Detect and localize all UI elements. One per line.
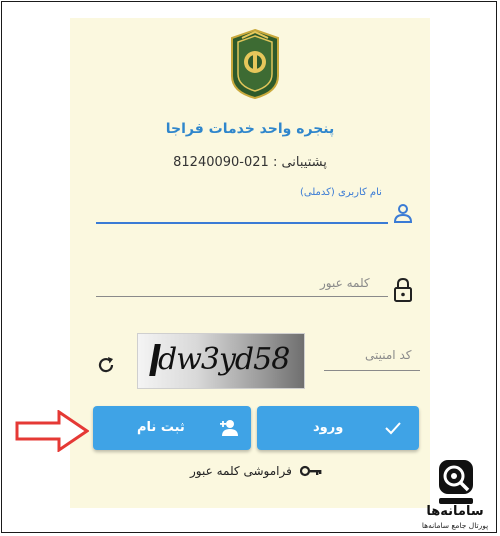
login-button[interactable]: ورود (257, 406, 419, 450)
add-user-icon (220, 420, 238, 436)
arrow-icon (15, 410, 89, 452)
support-phone: پشتیبانی : 021-81240090 (173, 155, 327, 170)
check-icon (385, 422, 401, 435)
username-label: نام کاربری (کدملی) (300, 187, 382, 198)
page-title: پنجره واحد خدمات فراجا (165, 121, 335, 137)
lock-icon (394, 278, 412, 302)
login-button-label: ورود (313, 420, 344, 435)
portal-logo-icon (439, 460, 473, 504)
captcha-placeholder: کد امنیتی (365, 348, 412, 362)
portal-logo-name: سامانه‌ها (426, 504, 484, 519)
username-input[interactable] (96, 222, 388, 224)
captcha-code: dw3yd58 (158, 342, 290, 377)
password-placeholder: کلمه عبور (320, 276, 370, 290)
police-emblem-icon (231, 28, 279, 100)
portal-logo-subtitle: پورتال جامع سامانه‌ها (421, 521, 489, 530)
refresh-icon[interactable] (96, 355, 116, 375)
user-icon (393, 204, 413, 223)
captcha-image: dw3yd58 (138, 334, 304, 388)
password-input[interactable] (96, 296, 388, 297)
register-button-label: ثبت نام (137, 420, 185, 435)
forgot-password-link[interactable]: فراموشی کلمه عبور (190, 464, 292, 478)
captcha-input[interactable] (324, 370, 420, 371)
key-icon (300, 465, 322, 477)
register-button[interactable]: ثبت نام (93, 406, 251, 450)
